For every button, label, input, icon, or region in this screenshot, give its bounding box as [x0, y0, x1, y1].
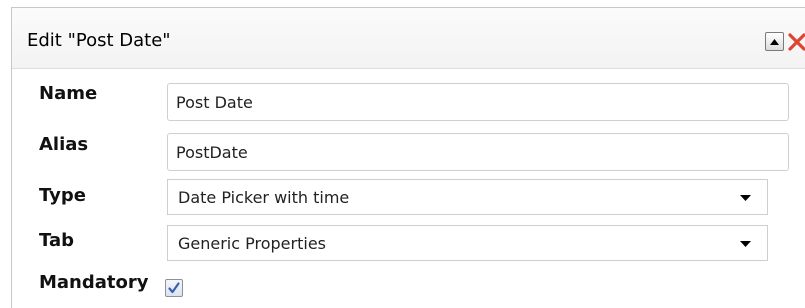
type-select-value: Date Picker with time: [178, 188, 350, 207]
type-label: Type: [39, 185, 86, 206]
alias-label: Alias: [39, 134, 89, 155]
mandatory-checkbox[interactable]: [165, 279, 183, 297]
close-icon: [788, 33, 805, 51]
dropdown-arrow-icon: [740, 241, 751, 247]
alias-input[interactable]: [167, 133, 789, 171]
close-button[interactable]: [787, 32, 805, 51]
name-input[interactable]: [167, 83, 789, 121]
type-select[interactable]: Date Picker with time: [167, 179, 768, 215]
name-label: Name: [39, 83, 98, 104]
panel-header: Edit "Post Date": [12, 8, 805, 69]
mandatory-label: Mandatory: [39, 272, 149, 293]
tab-select[interactable]: Generic Properties: [167, 225, 768, 261]
chevron-up-icon: [770, 39, 779, 45]
checkmark-icon: [168, 282, 180, 294]
tab-label: Tab: [39, 230, 74, 251]
edit-property-panel: Edit "Post Date" Name Alias Type Date Pi…: [11, 7, 805, 308]
dropdown-arrow-icon: [740, 195, 751, 201]
tab-select-value: Generic Properties: [178, 234, 326, 253]
collapse-button[interactable]: [765, 32, 784, 51]
panel-title: Edit "Post Date": [27, 30, 171, 51]
